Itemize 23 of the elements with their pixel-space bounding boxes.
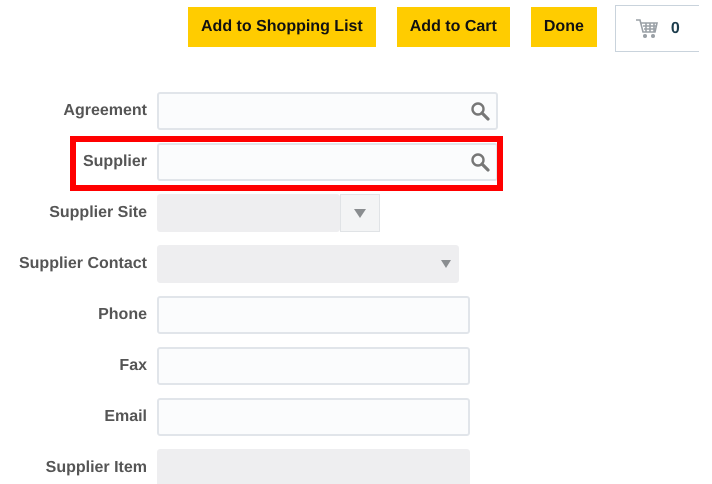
field-label: Phone [97,306,147,324]
cart-icon [634,18,659,40]
field-label: Supplier Contact [18,255,147,273]
field-label: Supplier Site [48,204,147,222]
input-field[interactable] [157,296,470,334]
field-label: Fax [118,357,147,375]
toolbar-button[interactable]: Add to Shopping List [188,7,376,47]
input-field[interactable] [157,398,470,436]
toolbar-button[interactable]: Add to Cart [396,7,510,47]
dropdown-button[interactable] [340,194,380,232]
toolbar-button[interactable]: Done [530,7,597,47]
field-label: Email [103,408,147,426]
input-field[interactable] [157,143,498,181]
cart-count: 0 [670,20,680,38]
search-icon[interactable] [470,152,490,172]
field-label: Supplier Item [44,459,147,477]
input-field[interactable] [157,92,498,130]
field-label: Supplier [82,153,147,171]
cart-button[interactable]: 0 [614,5,699,52]
search-icon[interactable] [470,101,490,121]
field-label: Agreement [62,102,147,120]
input-field[interactable] [157,347,470,385]
dropdown-arrow-icon [354,208,366,218]
